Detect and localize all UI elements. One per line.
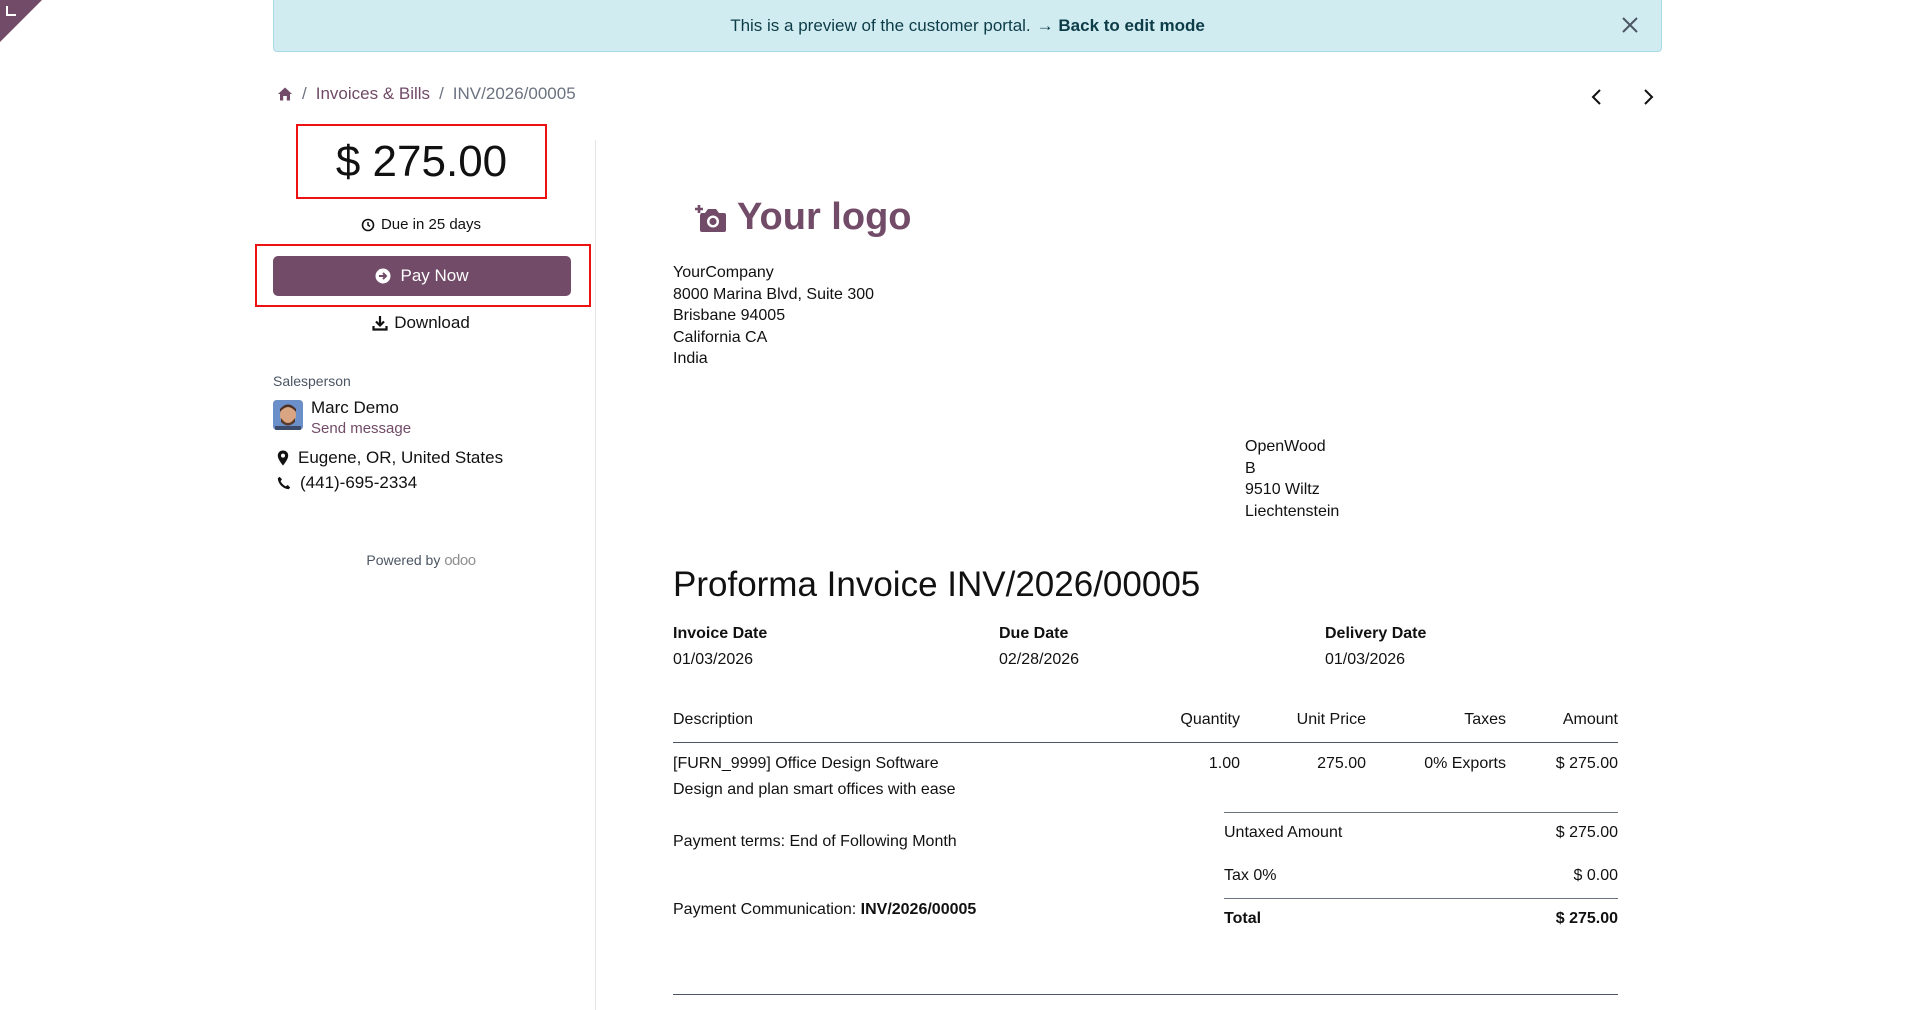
- chevron-left-icon: [1591, 89, 1601, 105]
- company-country: India: [673, 350, 708, 367]
- untaxed-amount-value: $ 275.00: [1555, 824, 1618, 841]
- sidebar-divider: [595, 140, 596, 1010]
- totals-top-divider: [1224, 812, 1618, 813]
- total-label: Total: [1224, 910, 1262, 927]
- download-label: Download: [394, 313, 470, 332]
- salesperson-label: Salesperson: [273, 373, 351, 389]
- pay-now-label: Pay Now: [400, 266, 469, 285]
- invoice-date-label: Invoice Date: [673, 625, 768, 642]
- avatar-face-icon: [273, 400, 303, 430]
- tax-value: $ 0.00: [1573, 867, 1618, 884]
- powered-by: Powered by odoo: [273, 552, 569, 569]
- location-text: Eugene, OR, United States: [298, 448, 504, 467]
- powered-by-label: Powered by: [366, 552, 441, 568]
- line-amount: $ 275.00: [1555, 755, 1618, 772]
- map-marker-icon: [277, 450, 289, 466]
- document-footer-divider: [673, 994, 1618, 995]
- pay-now-button[interactable]: Pay Now: [273, 256, 571, 296]
- banner-message: This is a preview of the customer portal…: [730, 15, 1031, 35]
- customer-line-2: B: [1245, 459, 1256, 477]
- column-unit-price: Unit Price: [1296, 711, 1366, 728]
- total-value: $ 275.00: [1555, 910, 1618, 927]
- company-address: YourCompany 8000 Marina Blvd, Suite 300 …: [673, 262, 874, 370]
- company-state: California CA: [673, 328, 768, 346]
- breadcrumb-invoices-link[interactable]: Invoices & Bills: [316, 84, 430, 104]
- due-info: Due in 25 days: [273, 216, 569, 233]
- phone-text: (441)-695-2334: [300, 473, 418, 492]
- company-name: YourCompany: [673, 264, 774, 281]
- payment-terms: Payment terms: End of Following Month: [673, 833, 957, 850]
- line-quantity: 1.00: [1208, 755, 1240, 772]
- delivery-date-value: 01/03/2026: [1325, 651, 1406, 668]
- preview-banner: This is a preview of the customer portal…: [273, 0, 1662, 52]
- arrow-circle-right-icon: [375, 268, 391, 284]
- add-photo-icon: [695, 204, 726, 232]
- due-text: Due in 25 days: [380, 216, 482, 233]
- line-description-detail: Design and plan smart offices with ease: [673, 781, 956, 798]
- column-quantity: Quantity: [1180, 711, 1240, 728]
- payment-communication: Payment Communication: INV/2026/00005: [673, 901, 976, 919]
- breadcrumb-separator: /: [439, 84, 444, 103]
- customer-country: Liechtenstein: [1245, 502, 1340, 520]
- company-city: Brisbane 94005: [673, 307, 786, 324]
- salesperson-phone: (441)-695-2334: [277, 473, 417, 493]
- due-date-label: Due Date: [999, 625, 1069, 642]
- customer-name: OpenWood: [1245, 438, 1326, 455]
- next-record-button[interactable]: [1635, 84, 1661, 110]
- clock-icon: [361, 218, 375, 231]
- close-icon[interactable]: [1615, 10, 1645, 40]
- avatar: [273, 400, 303, 430]
- download-button[interactable]: Download: [273, 313, 569, 333]
- line-description: [FURN_9999] Office Design Software: [673, 755, 939, 772]
- phone-icon: [277, 476, 291, 490]
- line-unit-price: 275.00: [1317, 755, 1366, 772]
- chevron-right-icon: [1644, 89, 1654, 105]
- customer-city: 9510 Wiltz: [1245, 481, 1320, 498]
- home-icon[interactable]: [277, 86, 293, 102]
- table-header-divider: [673, 742, 1618, 743]
- invoice-date-value: 01/03/2026: [673, 651, 754, 668]
- logo-text: Your logo: [737, 196, 912, 238]
- line-taxes: 0% Exports: [1424, 755, 1506, 772]
- tax-label: Tax 0%: [1224, 867, 1277, 884]
- corner-corner-icon: [6, 6, 16, 16]
- salesperson-name: Marc Demo: [311, 398, 399, 417]
- breadcrumb-current: INV/2026/00005: [452, 84, 576, 103]
- download-icon: [372, 316, 388, 331]
- breadcrumb: / Invoices & Bills / INV/2026/00005: [277, 84, 576, 104]
- column-amount: Amount: [1562, 711, 1618, 728]
- company-street: 8000 Marina Blvd, Suite 300: [673, 285, 875, 303]
- back-to-edit-link[interactable]: → Back to edit mode: [1037, 16, 1205, 36]
- untaxed-amount-label: Untaxed Amount: [1224, 824, 1343, 841]
- delivery-date-label: Delivery Date: [1325, 625, 1427, 642]
- column-description: Description: [673, 711, 754, 728]
- company-logo[interactable]: Your logo: [693, 196, 912, 239]
- column-taxes: Taxes: [1464, 711, 1506, 728]
- odoo-brand-link[interactable]: odoo: [444, 552, 476, 569]
- due-date-value: 02/28/2026: [999, 651, 1080, 668]
- customer-address: OpenWood B 9510 Wiltz Liechtenstein: [1245, 436, 1339, 522]
- breadcrumb-separator: /: [302, 84, 307, 103]
- amount-due: $ 275.00: [296, 124, 547, 199]
- payment-communication-value: INV/2026/00005: [860, 901, 977, 918]
- previous-record-button[interactable]: [1584, 84, 1610, 110]
- invoice-title: Proforma Invoice INV/2026/00005: [673, 565, 1201, 604]
- send-message-link[interactable]: Send message: [311, 420, 411, 437]
- payment-communication-label: Payment Communication:: [673, 901, 857, 918]
- totals-bottom-divider: [1224, 898, 1618, 899]
- salesperson-location: Eugene, OR, United States: [277, 448, 503, 468]
